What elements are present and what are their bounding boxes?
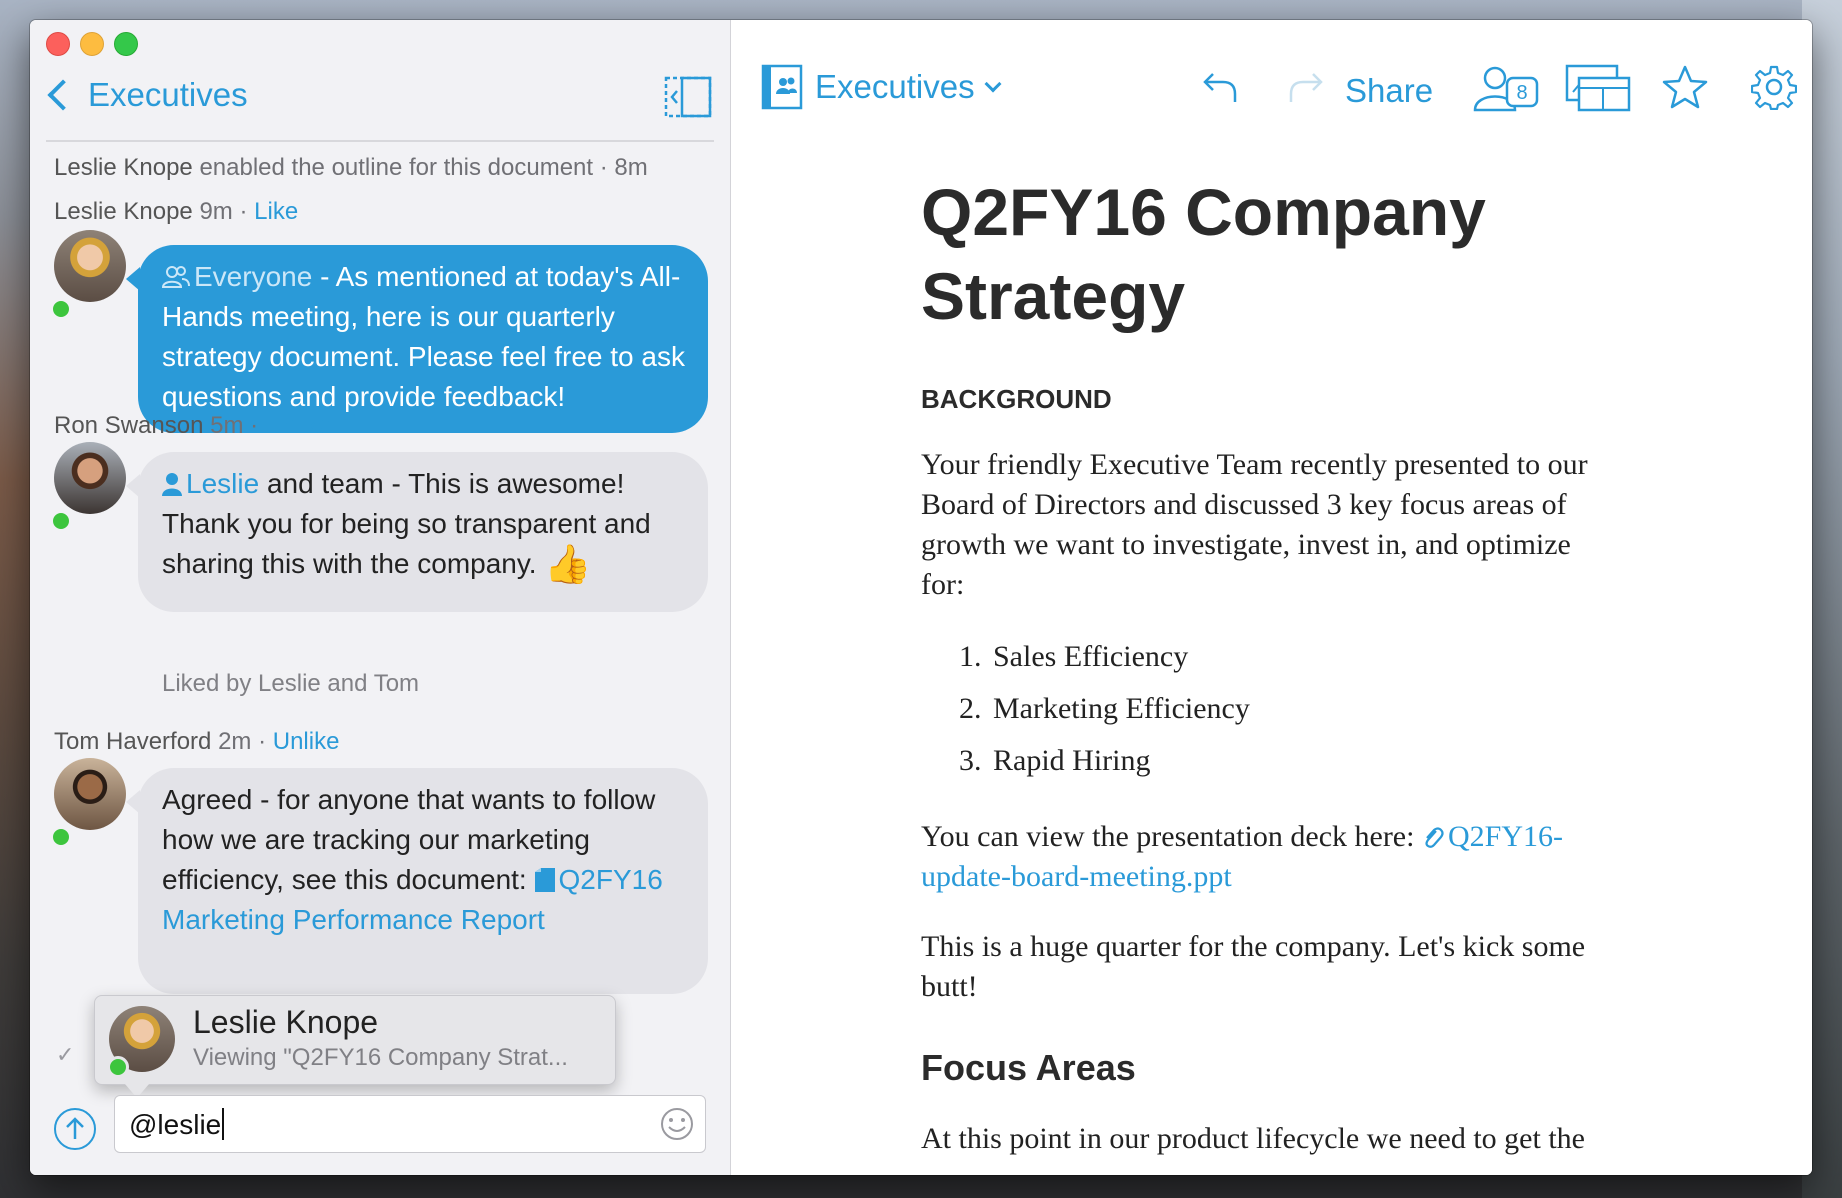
app-window: Executives Leslie Knope enabled the outl… — [30, 20, 1812, 1175]
list-item: 3. Rapid Hiring — [959, 744, 1151, 777]
mention-everyone[interactable]: Everyone — [162, 261, 312, 292]
online-indicator — [50, 510, 72, 532]
message-meta: Leslie Knope 9m · Like — [54, 198, 299, 225]
online-indicator — [107, 1056, 129, 1078]
chevron-down-icon — [984, 75, 1002, 93]
message-time: 9m — [199, 198, 233, 225]
unlike-button[interactable]: Unlike — [273, 728, 340, 755]
message-bubble: Agreed - for anyone that wants to follow… — [126, 768, 708, 994]
layout-icon[interactable] — [1565, 64, 1631, 112]
liked-by: Liked by Leslie and Tom — [162, 670, 420, 697]
message-time: 2m — [218, 728, 252, 755]
message-input-value: @leslie — [129, 1108, 225, 1141]
online-indicator — [50, 298, 72, 320]
chat-header: Executives — [44, 76, 712, 126]
back-button[interactable]: Executives — [44, 76, 248, 114]
window-controls — [46, 32, 138, 56]
section-heading: BACKGROUND — [921, 384, 1112, 414]
suggestion-name: Leslie Knope — [193, 1004, 379, 1040]
document-toolbar: Executives Share 8 — [731, 64, 1812, 124]
mention-label: Leslie — [186, 468, 260, 499]
message-bubble: Everyone - As mentioned at today's All-H… — [126, 245, 708, 433]
header-divider — [46, 140, 714, 142]
paragraph: This is a huge quarter for the company. … — [921, 930, 1586, 1003]
folder-button[interactable]: Executives — [761, 64, 1002, 110]
mention-label: Everyone — [194, 261, 313, 292]
list-item: 1. Sales Efficiency — [959, 640, 1189, 673]
share-button[interactable]: Share — [1345, 72, 1433, 110]
message-meta: Ron Swanson 5m · Unlike — [54, 412, 332, 439]
undo-icon[interactable] — [1201, 68, 1239, 108]
sidebar-toggle-icon[interactable] — [664, 76, 712, 118]
message-author: Leslie Knope — [54, 198, 193, 225]
paragraph: At this point in our product lifecycle w… — [921, 1122, 1585, 1155]
unlike-button[interactable]: Unlike — [265, 412, 332, 439]
online-indicator — [50, 826, 72, 848]
system-message: Leslie Knope enabled the outline for thi… — [54, 154, 648, 182]
paragraph: Your friendly Executive Team recently pr… — [921, 448, 1588, 601]
system-message-text: enabled the outline for this document · … — [199, 154, 648, 181]
like-button[interactable]: Like — [254, 198, 298, 225]
chevron-left-icon — [47, 79, 79, 111]
document-body[interactable]: Q2FY16 Company Strategy BACKGROUND Your … — [921, 170, 1621, 1159]
thumbs-up-emoji: 👍 — [544, 544, 592, 586]
read-receipt-icon: ✓ — [56, 1042, 75, 1067]
message-author: Tom Haverford — [54, 728, 212, 755]
suggestion-status: Viewing "Q2FY16 Company Strat... — [193, 1044, 568, 1071]
list-item: 2. Marketing Efficiency — [959, 692, 1250, 725]
mention-suggestion[interactable]: Leslie Knope Viewing "Q2FY16 Company Str… — [94, 995, 616, 1098]
document-panel: Executives Share 8 Q2FY16 Company Strate… — [731, 20, 1812, 1175]
avatar[interactable] — [54, 758, 126, 830]
back-label: Executives — [88, 76, 248, 113]
document-icon — [534, 868, 555, 892]
section-title: Focus Areas — [921, 1047, 1136, 1088]
folder-label: Executives — [815, 68, 975, 105]
system-message-actor: Leslie Knope — [54, 154, 193, 181]
message-bubble: Leslie and team - This is awesome! Thank… — [126, 452, 708, 612]
mention-leslie[interactable]: Leslie — [162, 468, 259, 499]
avatar[interactable] — [54, 230, 126, 302]
avatar[interactable] — [54, 442, 126, 514]
message-author: Ron Swanson — [54, 412, 204, 439]
group-icon — [162, 266, 190, 288]
star-icon[interactable] — [1661, 64, 1709, 110]
message-time: 5m — [210, 412, 244, 439]
arrow-up-icon — [66, 1117, 84, 1139]
share-people-icon[interactable]: 8 — [1473, 64, 1541, 114]
shared-folder-icon — [761, 64, 803, 110]
chat-panel: Executives Leslie Knope enabled the outl… — [30, 20, 731, 1175]
paperclip-icon — [1425, 827, 1444, 848]
message-input[interactable]: @leslie — [114, 1095, 706, 1153]
gear-icon[interactable] — [1751, 64, 1797, 110]
person-icon — [162, 473, 182, 496]
document-title: Q2FY16 Company Strategy — [921, 175, 1486, 333]
zoom-window-button[interactable] — [114, 32, 138, 56]
close-window-button[interactable] — [46, 32, 70, 56]
redo-icon[interactable] — [1287, 68, 1325, 108]
paragraph: You can view the presentation deck here:… — [921, 820, 1563, 893]
minimize-window-button[interactable] — [80, 32, 104, 56]
send-button[interactable] — [54, 1108, 96, 1150]
numbered-list: 1. Sales Efficiency 2. Marketing Efficienc… — [921, 631, 1621, 787]
emoji-icon[interactable] — [659, 1106, 695, 1142]
share-count: 8 — [1516, 82, 1527, 104]
message-meta: Tom Haverford 2m · Unlike — [54, 728, 340, 755]
